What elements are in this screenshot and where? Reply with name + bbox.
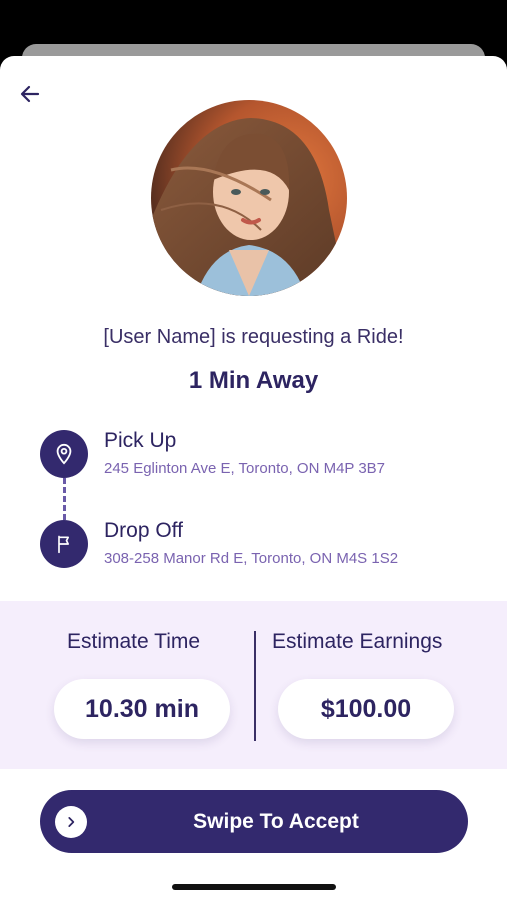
dropoff-marker xyxy=(40,520,88,568)
estimate-time-value: 10.30 min xyxy=(54,679,230,739)
phone-screen: [User Name] is requesting a Ride! 1 Min … xyxy=(0,0,507,900)
flag-icon xyxy=(58,535,69,554)
ride-request-sheet: [User Name] is requesting a Ride! 1 Min … xyxy=(0,56,507,900)
swipe-to-accept-button[interactable]: Swipe To Accept xyxy=(40,790,468,853)
pickup-marker xyxy=(40,430,88,478)
request-message: [User Name] is requesting a Ride! xyxy=(103,326,404,348)
swipe-label: Swipe To Accept xyxy=(193,809,359,833)
arrow-left-icon xyxy=(20,85,40,103)
estimate-time-label: Estimate Time xyxy=(67,630,201,653)
estimate-earnings-label: Estimate Earnings xyxy=(272,630,443,653)
location-pin-icon xyxy=(56,443,72,465)
back-button[interactable] xyxy=(14,78,46,110)
chevron-right-icon xyxy=(68,817,75,827)
pickup-address: 245 Eglinton Ave E, Toronto, ON M4P 3B7 xyxy=(104,460,386,477)
route-connector xyxy=(63,478,66,520)
estimates-panel: Estimate Time 10.30 min Estimate Earning… xyxy=(0,601,507,769)
avatar xyxy=(151,100,347,296)
home-indicator xyxy=(172,884,336,890)
dropoff-title: Drop Off xyxy=(104,519,183,542)
pickup-title: Pick Up xyxy=(104,429,177,452)
eta-text: 1 Min Away xyxy=(188,367,319,394)
estimate-earnings-section: Estimate Earnings $100.00 xyxy=(254,601,507,769)
dropoff-address: 308-258 Manor Rd E, Toronto, ON M4S 1S2 xyxy=(104,550,399,567)
estimate-earnings-value: $100.00 xyxy=(278,679,454,739)
estimate-time-section: Estimate Time 10.30 min xyxy=(0,601,253,769)
